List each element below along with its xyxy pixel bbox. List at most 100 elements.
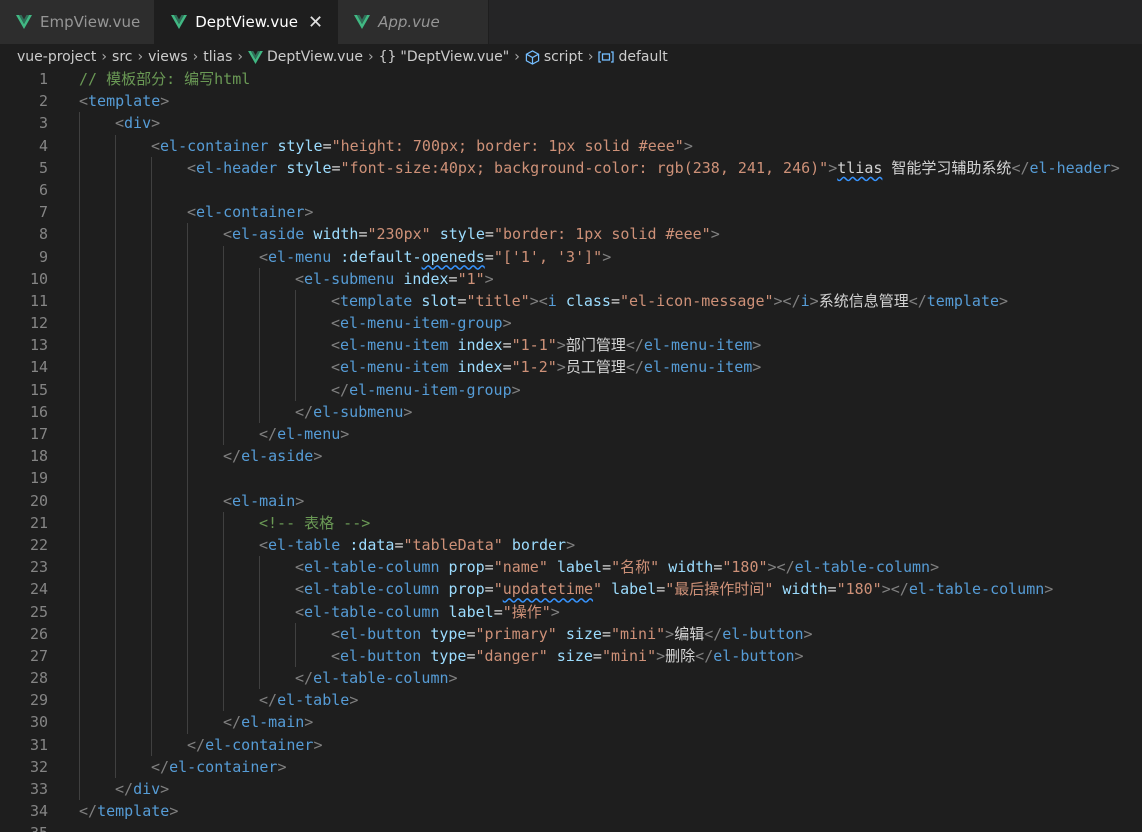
breadcrumb-item-module[interactable]: {} "DeptView.vue" xyxy=(379,49,510,65)
breadcrumb-item-vue-project[interactable]: vue-project xyxy=(17,49,96,65)
code-token: </ xyxy=(223,447,242,466)
code-line[interactable]: 14 <el-menu-item index="1-2">员工管理</el-men… xyxy=(0,356,1142,379)
tab-label: App.vue xyxy=(378,13,440,31)
code-line[interactable]: 5 <el-header style="font-size:40px; backg… xyxy=(0,156,1142,179)
chevron-right-icon: › xyxy=(587,49,594,65)
indent-guide xyxy=(151,267,152,290)
code-line[interactable]: 19 xyxy=(0,467,1142,490)
code-line[interactable]: 4 <el-container style="height: 700px; bor… xyxy=(0,134,1142,157)
code-line[interactable]: 23 <el-table-column prop="name" label="名称… xyxy=(0,556,1142,579)
code-line[interactable]: 1 // 模板部分: 编写html xyxy=(0,68,1142,90)
code-line[interactable]: 9 <el-menu :default-openeds="['1', '3']"> xyxy=(0,245,1142,268)
indent-guide xyxy=(115,356,116,379)
tab-empview[interactable]: EmpView.vue xyxy=(0,0,156,44)
code-line[interactable]: 25 <el-table-column label="操作"> xyxy=(0,600,1142,623)
line-number: 29 xyxy=(29,691,48,710)
indent-guide xyxy=(295,289,296,313)
indent-guide xyxy=(79,334,80,357)
code-line[interactable]: 20 <el-main> xyxy=(0,489,1142,512)
code-line[interactable]: 8 <el-aside width="230px" style="border: … xyxy=(0,223,1142,246)
code-token: < xyxy=(115,114,125,133)
code-token: "230px" xyxy=(367,225,431,244)
indent-guide xyxy=(223,334,224,357)
code-line[interactable]: 2 <template> xyxy=(0,90,1142,112)
indent-guide xyxy=(223,312,224,335)
code-token: < xyxy=(331,358,341,377)
tab-deptview[interactable]: DeptView.vue ✕ xyxy=(155,0,339,44)
code-line[interactable]: 12 <el-menu-item-group> xyxy=(0,312,1142,335)
indent-guide xyxy=(79,489,80,512)
code-line[interactable]: 22 <el-table :data="tableData" border> xyxy=(0,533,1142,557)
code-line[interactable]: 31 </el-container> xyxy=(0,733,1142,756)
code-line[interactable]: 21 <!-- 表格 --> xyxy=(0,511,1142,534)
code-token: "mini" xyxy=(610,624,666,643)
code-token: div xyxy=(124,114,152,133)
line-number: 26 xyxy=(29,624,48,643)
breadcrumb-item-src[interactable]: src xyxy=(112,49,132,65)
code-line[interactable]: 7 <el-container> xyxy=(0,201,1142,224)
code-token: = xyxy=(322,136,332,155)
code-line[interactable]: 33 </div> xyxy=(0,778,1142,801)
code-line[interactable]: 13 <el-menu-item index="1-1">部门管理</el-men… xyxy=(0,334,1142,357)
indent-guide xyxy=(115,755,116,778)
breadcrumb-item-views[interactable]: views xyxy=(148,49,188,65)
code-text: </el-menu-item-group> xyxy=(331,379,521,401)
code-editor[interactable]: 1// 模板部分: 编写html 2 <template> 3 <div> 4 <el-co… xyxy=(0,68,1142,832)
code-text: <el-container> xyxy=(187,201,313,223)
code-line[interactable]: 10 <el-submenu index="1"> xyxy=(0,267,1142,290)
code-token: el-container xyxy=(160,136,269,155)
code-token: el-button xyxy=(722,624,804,643)
indent-guide xyxy=(259,578,260,601)
code-token: > xyxy=(556,336,566,355)
tab-app[interactable]: App.vue xyxy=(338,0,489,44)
breadcrumb-item-default[interactable]: default xyxy=(598,49,668,65)
code-line[interactable]: 27 <el-button type="danger" size="mini">删… xyxy=(0,644,1142,668)
code-token: </ xyxy=(704,624,723,643)
code-line[interactable]: 34 </template> xyxy=(0,800,1142,822)
breadcrumb-item-script[interactable]: script xyxy=(525,49,583,65)
code-token: "180" xyxy=(836,580,882,599)
code-line[interactable]: 32 </el-container> xyxy=(0,755,1142,778)
breadcrumb-item-file[interactable]: DeptView.vue xyxy=(248,49,363,65)
code-line[interactable]: 6 xyxy=(0,178,1142,202)
indent-guide xyxy=(115,223,116,246)
code-line[interactable]: 15 </el-menu-item-group> xyxy=(0,378,1142,401)
code-line[interactable]: 26 <el-button type="primary" size="mini">… xyxy=(0,622,1142,645)
code-token: < xyxy=(331,291,341,310)
code-token: > xyxy=(656,646,666,665)
code-token: i xyxy=(547,291,557,310)
indent-guide xyxy=(187,378,188,401)
indent-guide xyxy=(115,445,116,468)
editor-tab-bar: EmpView.vue DeptView.vue ✕ App.vue xyxy=(0,0,1142,44)
indent-guide xyxy=(187,689,188,712)
code-line[interactable]: 30 </el-main> xyxy=(0,711,1142,734)
code-line[interactable]: 16 </el-submenu> xyxy=(0,400,1142,423)
code-line[interactable]: 28 </el-table-column> xyxy=(0,667,1142,690)
indent-guide xyxy=(223,689,224,712)
code-line[interactable]: 35 xyxy=(0,822,1142,832)
code-line[interactable]: 3 <div> xyxy=(0,112,1142,135)
vue-icon xyxy=(354,15,371,29)
code-token: el-menu-item xyxy=(340,336,449,355)
code-text: </el-main> xyxy=(223,711,313,733)
chevron-right-icon: › xyxy=(367,49,374,65)
code-text: <el-button type="primary" size="mini">编辑… xyxy=(331,623,813,645)
cube-icon xyxy=(525,49,540,65)
code-line[interactable]: 17 </el-menu> xyxy=(0,423,1142,446)
indent-guide xyxy=(115,733,116,756)
close-icon[interactable]: ✕ xyxy=(308,12,323,33)
code-token: '1' xyxy=(511,247,539,266)
code-line[interactable]: 11 <template slot="title"><i class="el-ic… xyxy=(0,289,1142,313)
code-token: > xyxy=(448,669,458,688)
code-token: el-menu xyxy=(268,247,332,266)
code-token: > xyxy=(752,358,762,377)
code-token: > xyxy=(828,158,838,177)
code-token: div xyxy=(133,780,161,798)
code-token: "[ xyxy=(493,247,512,266)
code-line[interactable]: 29 </el-table> xyxy=(0,689,1142,712)
indent-guide xyxy=(151,378,152,401)
code-line[interactable]: 24 <el-table-column prop="updatetime" lab… xyxy=(0,578,1142,601)
breadcrumb-item-tlias[interactable]: tlias xyxy=(203,49,232,65)
code-line[interactable]: 18 </el-aside> xyxy=(0,445,1142,468)
